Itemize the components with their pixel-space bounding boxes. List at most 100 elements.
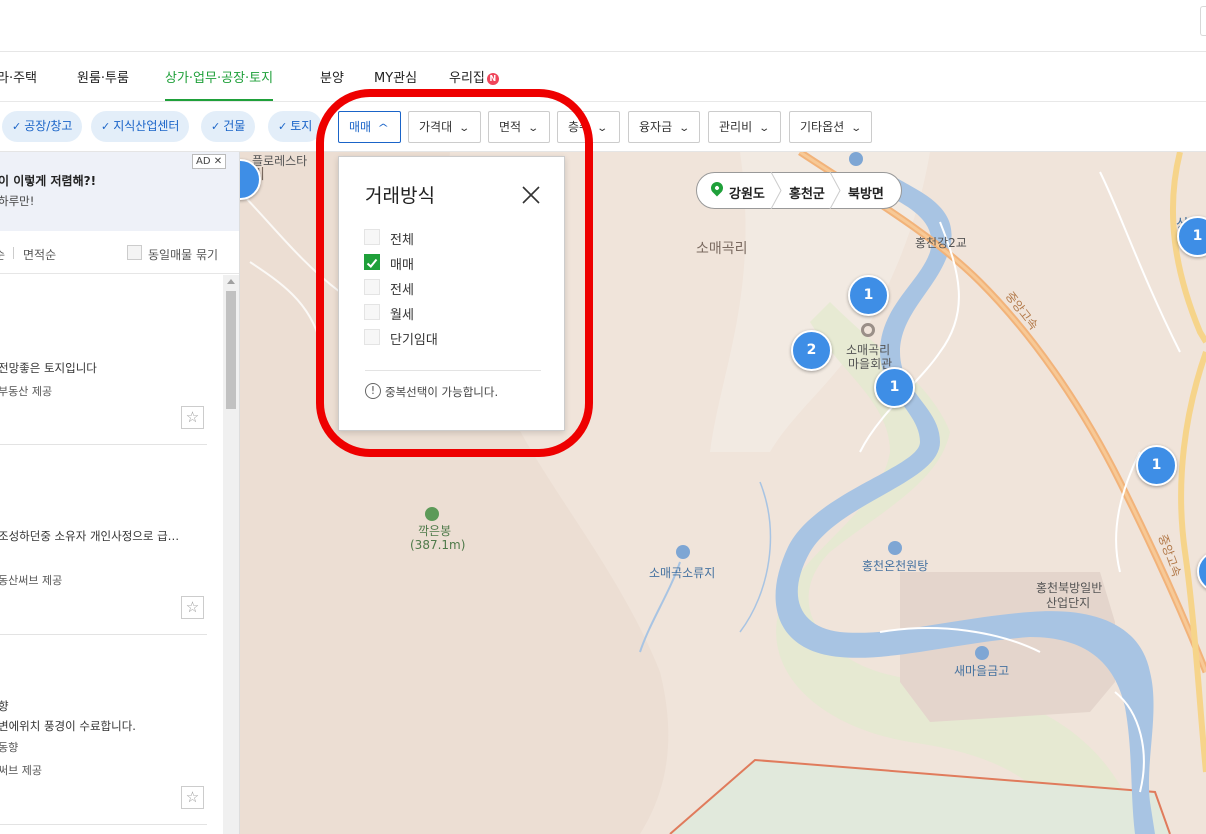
hot-spring-icon: [888, 541, 902, 555]
checkbox[interactable]: [364, 304, 380, 320]
checkbox[interactable]: [364, 229, 380, 245]
town-hall-icon: [861, 323, 875, 337]
active-tab-underline: [165, 99, 274, 101]
ad-tag[interactable]: AD ✕: [192, 154, 227, 169]
list-item[interactable]: 전망좋은 토지입니다 부동산 제공 ☆: [0, 275, 207, 445]
tab-oneroom-tworoom[interactable]: 원룸·투룸: [77, 67, 129, 86]
list-item[interactable]: 향 변에위치 풍경이 수료합니다. 동향 써브 제공 ☆: [0, 635, 207, 825]
check-icon: ✓: [12, 120, 22, 133]
listing-provider: 동산써브 제공: [0, 574, 63, 587]
sort-option-area[interactable]: 면적순: [23, 246, 56, 263]
listing-description: 조성하던중 소유자 개인사정으로 급…: [0, 529, 180, 543]
option-label: 월세: [390, 308, 414, 323]
group-listings-checkbox[interactable]: [127, 245, 142, 260]
dropdown-label: 층수: [568, 120, 591, 134]
divider: [365, 370, 541, 371]
checkbox[interactable]: [364, 329, 380, 345]
breadcrumb-county[interactable]: 홍천군: [789, 183, 825, 202]
scrollbar-thumb[interactable]: [226, 291, 236, 409]
chip-land[interactable]: ✓ 토지: [268, 111, 323, 142]
building-icon: [849, 152, 863, 166]
breadcrumb-province[interactable]: 강원도: [729, 183, 765, 202]
option-label: 전세: [390, 283, 414, 298]
chip-label: 토지: [290, 119, 313, 133]
listing-provider: 써브 제공: [0, 764, 42, 777]
chip-factory-warehouse[interactable]: ✓ 공장/창고: [2, 111, 83, 142]
listing-direction-2: 동향: [0, 741, 19, 754]
tab-villa-house[interactable]: 라·주택: [0, 67, 37, 86]
listing-sidebar: 이 이렇게 저렴해?! 하루만! AD ✕ 순 면적순 동일매물 묶기 전망좋은…: [0, 152, 240, 834]
ad-close-icon[interactable]: ✕: [214, 156, 222, 167]
dropdown-floor[interactable]: 층수 ⌄: [557, 111, 620, 143]
bank-icon: [975, 646, 989, 660]
dropdown-price[interactable]: 가격대 ⌄: [408, 111, 481, 143]
dropdown-label: 가격대: [419, 120, 453, 134]
checkbox[interactable]: [364, 279, 380, 295]
new-badge: N: [486, 73, 499, 85]
listing-cluster[interactable]: 2: [791, 330, 832, 371]
dropdown-loan[interactable]: 융자금 ⌄: [628, 111, 700, 143]
listing-direction: 향: [0, 698, 9, 714]
dropdown-label: 기타옵션: [800, 120, 845, 134]
dropdown-other-options[interactable]: 기타옵션 ⌄: [789, 111, 872, 143]
dropdown-label: 융자금: [639, 120, 673, 134]
popup-title: 거래방식: [365, 185, 435, 207]
close-icon[interactable]: [521, 185, 541, 205]
sidebar-scrollbar[interactable]: [223, 275, 239, 834]
chevron-down-icon: ⌄: [458, 123, 471, 134]
dropdown-area[interactable]: 면적 ⌄: [488, 111, 550, 143]
sort-option-default[interactable]: 순: [0, 246, 5, 263]
chevron-down-icon: ⌄: [758, 123, 771, 134]
map-label-mountain-height: (387.1m): [410, 538, 466, 552]
listing-description: 전망좋은 토지입니다: [0, 361, 97, 375]
chip-label: 공장/창고: [24, 119, 73, 133]
favorite-star-icon[interactable]: ☆: [181, 596, 204, 619]
ad-banner[interactable]: 이 이렇게 저렴해?! 하루만! AD ✕: [0, 152, 239, 231]
category-tabs: 라·주택 원룸·투룸 상가·업무·공장·토지 분양 MY관심 우리집 N: [0, 52, 1206, 102]
listing-description: 변에위치 풍경이 수료합니다.: [0, 719, 136, 733]
chip-knowledge-center[interactable]: ✓ 지식산업센터: [91, 111, 190, 142]
listing-provider: 부동산 제공: [0, 385, 53, 398]
favorite-star-icon[interactable]: ☆: [181, 406, 204, 429]
divider: [13, 247, 14, 259]
location-pin-icon: [708, 179, 726, 197]
scroll-up-icon[interactable]: [227, 279, 235, 284]
tab-my-interest[interactable]: MY관심: [374, 67, 417, 86]
chevron-up-icon: ^: [377, 123, 390, 134]
listing-cluster[interactable]: 1: [874, 367, 915, 408]
chip-label: 건물: [223, 119, 246, 133]
map-label-somaegokri: 소매곡리: [696, 241, 748, 257]
option-label: 단기임대: [390, 333, 438, 348]
header-edge-control[interactable]: [1200, 6, 1206, 36]
ad-headline: 이 이렇게 저렴해?!: [0, 174, 97, 188]
list-item[interactable]: 조성하던중 소유자 개인사정으로 급… 동산써브 제공 ☆: [0, 445, 207, 635]
tab-our-home-label: 우리집: [449, 71, 485, 86]
chevron-down-icon: ⌄: [850, 123, 863, 134]
dropdown-trade-type[interactable]: 매매 ^: [338, 111, 401, 143]
chip-label: 지식산업센터: [113, 119, 180, 133]
dropdown-label: 매매: [349, 120, 372, 134]
map-label-mountain: 깍은봉: [418, 524, 452, 538]
multi-select-note: 중복선택이 가능합니다.: [385, 385, 499, 399]
map-label-reservoir: 소매곡소류지: [649, 566, 716, 580]
tab-our-home[interactable]: 우리집 N: [449, 67, 499, 86]
option-label: 매매: [390, 258, 414, 273]
breadcrumb-township[interactable]: 북방면: [848, 183, 884, 202]
check-icon: ✓: [101, 120, 111, 133]
mountain-icon: [425, 507, 439, 521]
chevron-down-icon: ⌄: [527, 123, 540, 134]
chip-building[interactable]: ✓ 건물: [201, 111, 256, 142]
option-label: 전체: [390, 233, 414, 248]
dropdown-maintenance[interactable]: 관리비 ⌄: [708, 111, 781, 143]
tab-presale[interactable]: 분양: [320, 67, 344, 86]
breadcrumb-separator-icon: [770, 172, 782, 209]
dropdown-label: 관리비: [719, 120, 753, 134]
favorite-star-icon[interactable]: ☆: [181, 786, 204, 809]
map-label-industrial-2: 산업단지: [1046, 596, 1091, 610]
breadcrumb-separator-icon: [829, 172, 841, 209]
listing-cluster[interactable]: 1: [848, 275, 889, 316]
checkbox-checked[interactable]: [364, 254, 380, 270]
map-label-hot-spring: 홍천온천원탕: [862, 559, 929, 573]
listing-cluster[interactable]: 1: [1136, 445, 1177, 486]
tab-commercial-land[interactable]: 상가·업무·공장·토지: [165, 67, 274, 101]
